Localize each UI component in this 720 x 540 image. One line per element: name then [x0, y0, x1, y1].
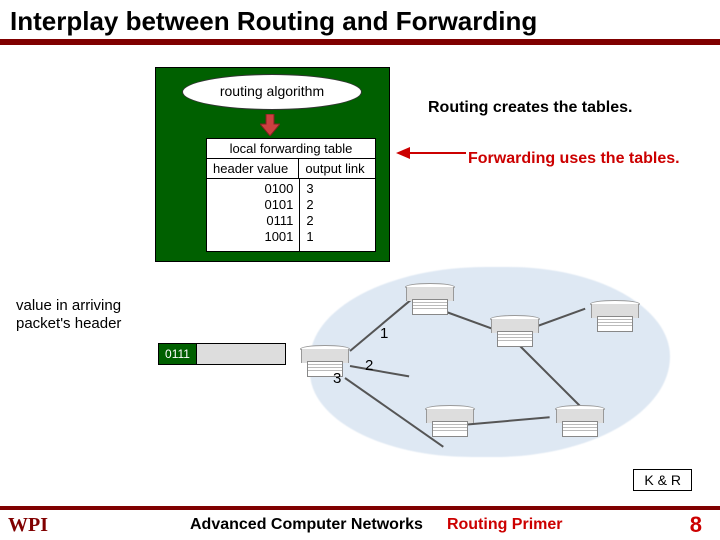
- packet-payload: [197, 344, 285, 364]
- packet-header-value: 0111: [159, 344, 197, 364]
- col-header-value: header value: [207, 159, 299, 178]
- routing-algorithm-oval: routing algorithm: [182, 74, 362, 110]
- value-label: value in arriving packet's header: [16, 297, 121, 333]
- footer: WPI Advanced Computer Networks Routing P…: [0, 506, 720, 540]
- note-routing: Routing creates the tables.: [428, 99, 633, 117]
- table-row: 1001: [213, 229, 293, 245]
- down-arrow-icon: [260, 114, 280, 136]
- value-label-line1: value in arriving: [16, 297, 121, 315]
- logo-text: WPI: [8, 514, 48, 536]
- footer-page-number: 8: [690, 512, 702, 538]
- router-icon: [300, 345, 350, 381]
- table-row: 2: [306, 197, 369, 213]
- note-forwarding: Forwarding uses the tables.: [468, 150, 680, 168]
- wpi-logo: WPI: [0, 514, 80, 537]
- table-row: 0100: [213, 181, 293, 197]
- table-row: 3: [306, 181, 369, 197]
- port-label-1: 1: [380, 325, 388, 342]
- port-label-2: 2: [365, 357, 373, 374]
- col-output-link: output link: [299, 159, 375, 178]
- network-cloud: [310, 267, 670, 457]
- table-row: 0111: [213, 213, 293, 229]
- forwarding-table: local forwarding table header value outp…: [206, 138, 376, 252]
- router-icon: [590, 300, 640, 336]
- port-label-3: 3: [333, 370, 341, 387]
- arriving-packet: 0111: [158, 343, 286, 365]
- table-row: 2: [306, 213, 369, 229]
- table-row: 1: [306, 229, 369, 245]
- router-icon: [490, 315, 540, 351]
- router-icon: [405, 283, 455, 319]
- table-header: header value output link: [207, 158, 375, 179]
- kr-citation: K & R: [633, 469, 692, 491]
- table-caption: local forwarding table: [207, 139, 375, 158]
- diagram-area: routing algorithm local forwarding table…: [0, 45, 720, 485]
- left-arrow-icon: [396, 143, 466, 163]
- value-label-line2: packet's header: [16, 315, 121, 333]
- footer-topic: Routing Primer: [447, 516, 563, 534]
- routing-box: routing algorithm local forwarding table…: [155, 67, 390, 262]
- table-rows: 0100 0101 0111 1001 3 2 2 1: [207, 179, 375, 251]
- footer-course: Advanced Computer Networks: [190, 516, 423, 534]
- table-row: 0101: [213, 197, 293, 213]
- slide-title: Interplay between Routing and Forwarding: [0, 0, 720, 39]
- router-icon: [425, 405, 475, 441]
- router-icon: [555, 405, 605, 441]
